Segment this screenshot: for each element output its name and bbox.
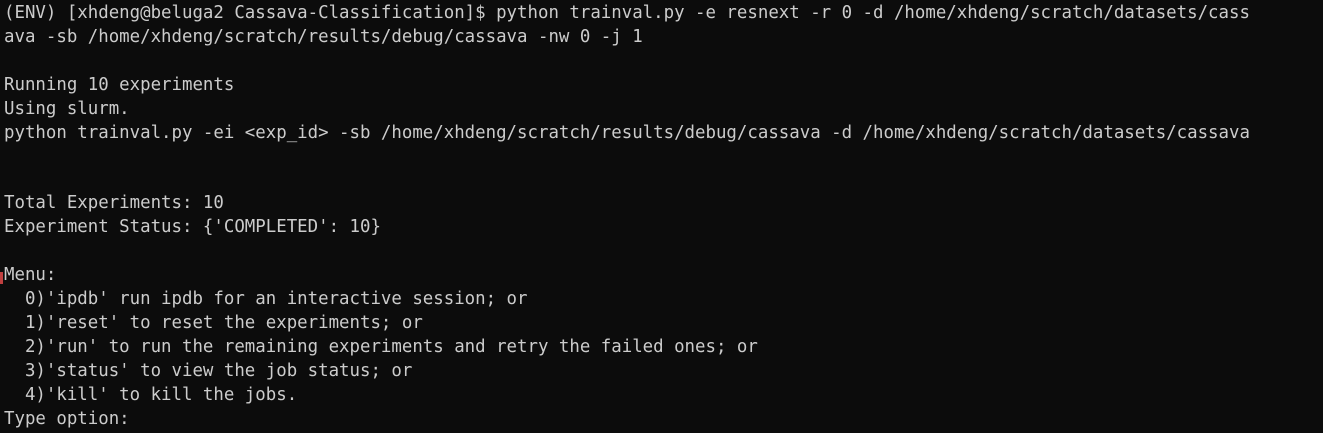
running-experiments-text: Running 10 experiments: [4, 75, 235, 95]
menu-item-run: 2)'run' to run the remaining experiments…: [4, 337, 758, 357]
menu-item-reset: 1)'reset' to reset the experiments; or: [4, 313, 423, 333]
menu-title: Menu:: [4, 265, 57, 285]
command-line-1: (ENV) [xhdeng@beluga2 Cassava-Classifica…: [4, 3, 1250, 23]
menu-item-ipdb: 0)'ipdb' run ipdb for an interactive ses…: [4, 289, 528, 309]
using-slurm-text: Using slurm.: [4, 99, 130, 119]
scroll-marker: [0, 272, 3, 284]
total-experiments-text: Total Experiments: 10: [4, 193, 224, 213]
experiment-status-text: Experiment Status: {'COMPLETED': 10}: [4, 217, 381, 237]
menu-item-status: 3)'status' to view the job status; or: [4, 361, 413, 381]
example-command-text: python trainval.py -ei <exp_id> -sb /hom…: [4, 123, 1250, 143]
type-option-prompt[interactable]: Type option:: [4, 407, 1323, 431]
terminal-window[interactable]: (ENV) [xhdeng@beluga2 Cassava-Classifica…: [0, 0, 1323, 433]
menu-item-kill: 4)'kill' to kill the jobs.: [4, 385, 298, 405]
command-line-2: ava -sb /home/xhdeng/scratch/results/deb…: [4, 27, 643, 47]
